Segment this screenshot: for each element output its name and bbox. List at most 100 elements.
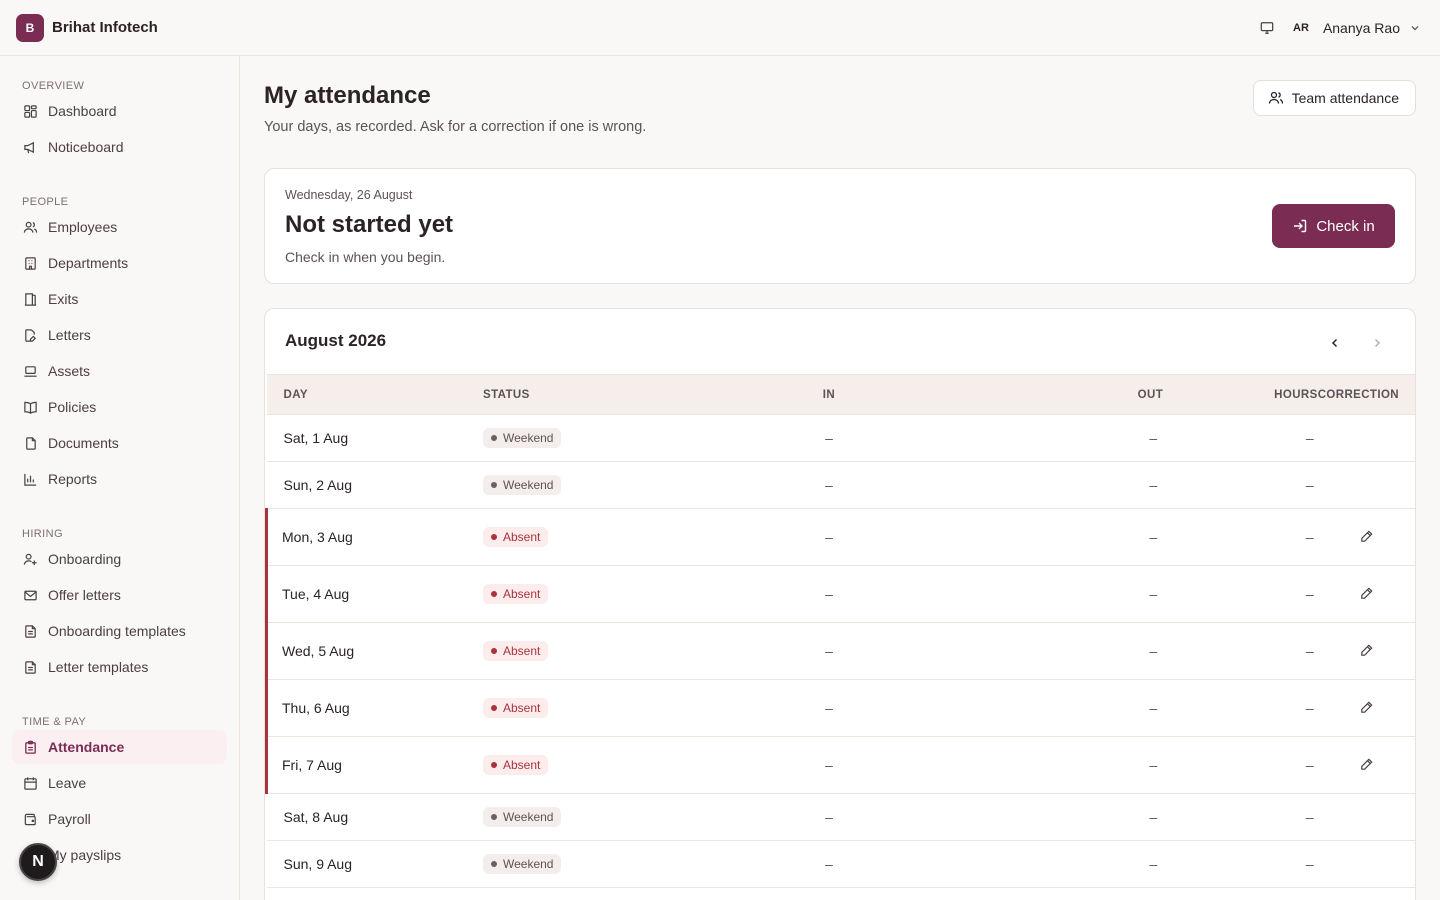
day-cell: Sun, 2 Aug xyxy=(266,461,483,509)
sidebar-section-label: HIRING xyxy=(22,528,63,540)
status-dot xyxy=(491,534,497,540)
check-in-button[interactable]: Check in xyxy=(1272,204,1395,248)
file-edit-icon xyxy=(22,327,38,343)
top-bar: B Brihat Infotech AR Ananya Rao xyxy=(0,0,1440,56)
pencil-icon[interactable] xyxy=(1358,698,1376,716)
team-attendance-button[interactable]: Team attendance xyxy=(1252,80,1416,116)
hours-cell: – xyxy=(1171,565,1318,623)
correction-cell xyxy=(1317,461,1415,509)
assistant-button[interactable]: N xyxy=(19,843,57,881)
page-title: My attendance xyxy=(264,82,431,109)
chevron-right-icon[interactable] xyxy=(1363,329,1391,357)
company-name: Brihat Infotech xyxy=(52,19,158,36)
sidebar-item-label: Letters xyxy=(48,327,91,343)
sidebar-item-documents[interactable]: Documents xyxy=(12,426,227,460)
sidebar-item-onboarding-templates[interactable]: Onboarding templates xyxy=(12,614,227,648)
correction-cell xyxy=(1317,736,1415,794)
in-cell: – xyxy=(782,508,876,566)
status-dot xyxy=(491,861,497,867)
status-label: Weekend xyxy=(503,478,554,492)
status-cell: Weekend xyxy=(483,840,783,888)
status-dot xyxy=(491,762,497,768)
correction-cell xyxy=(1317,414,1415,462)
file-text-icon xyxy=(22,623,38,639)
table-row: Wed, 5 Aug Absent – – – xyxy=(265,622,1415,680)
sidebar-item-onboarding[interactable]: Onboarding xyxy=(12,542,227,576)
column-hours: HOURS xyxy=(1171,374,1318,415)
out-cell: – xyxy=(875,736,1172,794)
sidebar-item-noticeboard[interactable]: Noticeboard xyxy=(12,130,227,164)
table-row: Sun, 2 Aug Weekend – – – xyxy=(266,461,1415,509)
sidebar-item-attendance[interactable]: Attendance xyxy=(12,730,227,764)
book-icon xyxy=(22,399,38,415)
status-dot xyxy=(491,814,497,820)
in-cell: – xyxy=(782,461,876,509)
sidebar-item-label: Payroll xyxy=(48,811,91,827)
sidebar-item-label: Exits xyxy=(48,291,79,307)
status-label: Absent xyxy=(503,644,541,658)
page-subtitle: Your days, as recorded. Ask for a correc… xyxy=(264,119,647,135)
month-title: August 2026 xyxy=(285,331,387,350)
chevron-down-icon[interactable] xyxy=(1406,19,1424,37)
column-correction: CORRECTION xyxy=(1317,374,1415,415)
status-cell: Absent xyxy=(483,565,783,623)
sidebar-section-label: OVERVIEW xyxy=(22,80,85,92)
column-in: IN xyxy=(782,374,876,415)
table-row: Thu, 6 Aug Absent – – – xyxy=(265,679,1415,737)
out-cell: – xyxy=(875,461,1172,509)
sidebar-item-assets[interactable]: Assets xyxy=(12,354,227,388)
table-row: Mon, 3 Aug Absent – – – xyxy=(265,508,1415,566)
sidebar-item-leave[interactable]: Leave xyxy=(12,766,227,800)
clipboard-icon xyxy=(22,739,38,755)
sidebar: OVERVIEW Dashboard Noticeboard PEOPLE Employ… xyxy=(0,56,240,900)
status-cell: Absent xyxy=(483,736,783,794)
sidebar-section-label: PEOPLE xyxy=(22,196,69,208)
user-avatar-initials[interactable]: AR xyxy=(1293,22,1309,34)
sidebar-item-employees[interactable]: Employees xyxy=(12,210,227,244)
status-cell: Weekend xyxy=(483,793,783,841)
in-cell: – xyxy=(782,679,876,737)
pencil-icon[interactable] xyxy=(1358,755,1376,773)
sidebar-item-reports[interactable]: Reports xyxy=(12,462,227,496)
sidebar-item-letters[interactable]: Letters xyxy=(12,318,227,352)
in-cell: – xyxy=(782,736,876,794)
sidebar-item-payroll[interactable]: Payroll xyxy=(12,802,227,836)
sidebar-item-exits[interactable]: Exits xyxy=(12,282,227,316)
sidebar-item-departments[interactable]: Departments xyxy=(12,246,227,280)
user-name[interactable]: Ananya Rao xyxy=(1323,20,1400,36)
table-row: Fri, 7 Aug Absent – – – xyxy=(265,736,1415,794)
month-navigation xyxy=(1307,329,1391,357)
status-badge: Weekend xyxy=(483,475,562,495)
correction-cell xyxy=(1317,622,1415,680)
sidebar-item-policies[interactable]: Policies xyxy=(12,390,227,424)
sidebar-item-offer-letters[interactable]: Offer letters xyxy=(12,578,227,612)
sidebar-item-dashboard[interactable]: Dashboard xyxy=(12,94,227,128)
sidebar-item-label: Attendance xyxy=(48,739,125,755)
chevron-left-icon[interactable] xyxy=(1321,329,1349,357)
today-hint: Check in when you begin. xyxy=(285,249,446,265)
out-cell: – xyxy=(875,565,1172,623)
day-cell: Wed, 5 Aug xyxy=(265,622,483,680)
out-cell: – xyxy=(875,508,1172,566)
hours-cell: – xyxy=(1171,414,1318,462)
status-label: Absent xyxy=(503,587,541,601)
table-header: DAY STATUS IN OUT HOURS CORRECTION xyxy=(266,374,1415,415)
sidebar-item-label: Leave xyxy=(48,775,87,791)
attendance-table: DAY STATUS IN OUT HOURS CORRECTION Sat, … xyxy=(265,374,1415,888)
table-row: Tue, 4 Aug Absent – – – xyxy=(265,565,1415,623)
sidebar-item-label: Letter templates xyxy=(48,659,149,675)
pencil-icon[interactable] xyxy=(1358,527,1376,545)
monitor-icon[interactable] xyxy=(1253,14,1281,42)
status-dot xyxy=(491,705,497,711)
correction-cell xyxy=(1317,840,1415,888)
table-row: Sun, 9 Aug Weekend – – – xyxy=(266,840,1415,888)
table-row: Sat, 1 Aug Weekend – – – xyxy=(266,414,1415,462)
sidebar-item-label: Dashboard xyxy=(48,103,117,119)
company-logo[interactable]: B xyxy=(16,13,44,42)
hours-cell: – xyxy=(1171,622,1318,680)
file-text-icon xyxy=(22,659,38,675)
sidebar-item-letter-templates[interactable]: Letter templates xyxy=(12,650,227,684)
pencil-icon[interactable] xyxy=(1358,584,1376,602)
pencil-icon[interactable] xyxy=(1358,641,1376,659)
